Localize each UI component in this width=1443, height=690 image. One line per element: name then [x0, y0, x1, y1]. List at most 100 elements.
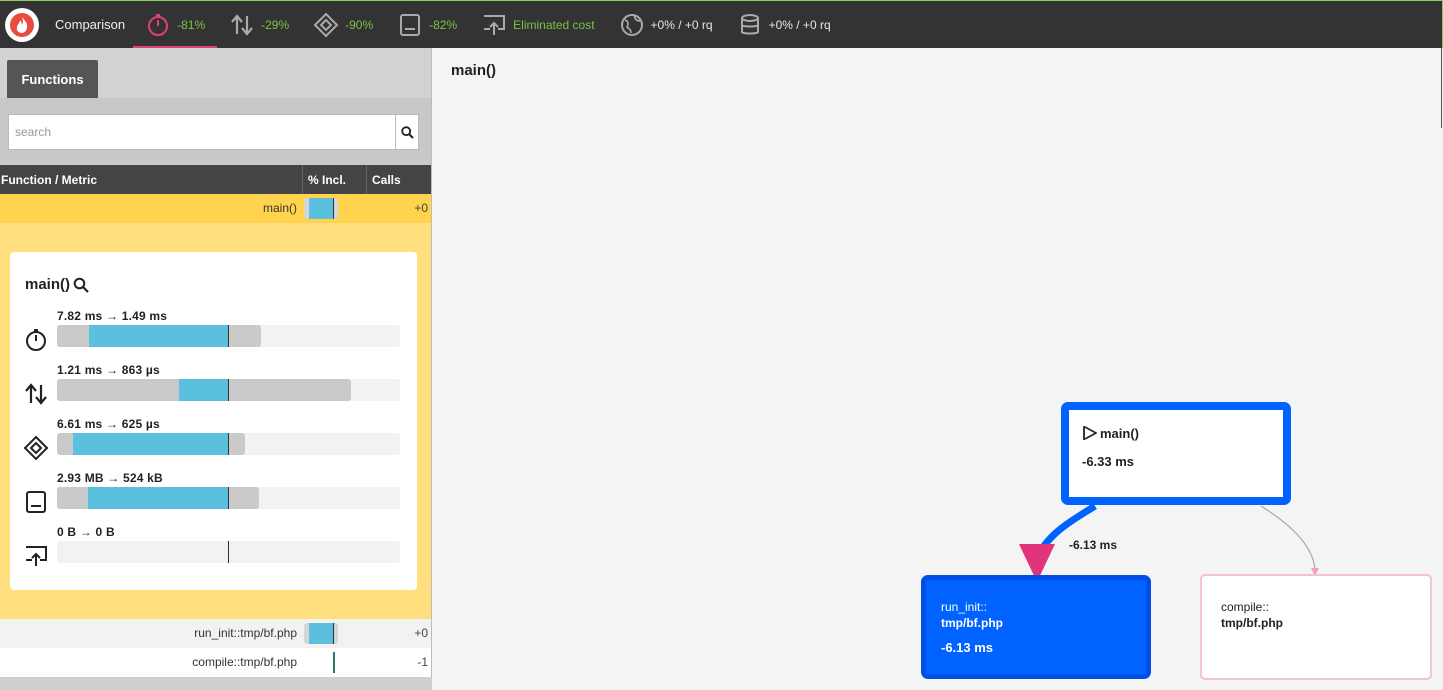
metric-track	[57, 541, 400, 563]
table-row[interactable]: compile::tmp/bf.php -1	[0, 648, 431, 677]
metric-memory[interactable]: -82%	[385, 1, 469, 49]
search-icon[interactable]	[73, 277, 89, 293]
column-calls[interactable]: Calls	[366, 165, 401, 194]
metric-bar-delta	[73, 433, 228, 455]
metric-bar-marker	[228, 541, 229, 563]
incl-bar-fill	[309, 623, 333, 644]
metric-row-io: 1.21 ms → 863 µs	[10, 363, 417, 413]
node-label: main()	[1082, 425, 1139, 441]
logo[interactable]	[5, 7, 39, 42]
metric-track	[57, 433, 400, 455]
node-name-file: tmp/bf.php	[941, 616, 1003, 630]
node-name: main()	[1100, 425, 1139, 441]
calls-value: -1	[417, 655, 428, 669]
globe-icon	[620, 13, 643, 36]
metric-label: 1.21 ms → 863 µs	[57, 363, 160, 377]
detail-card: main() 7.82 ms → 1.49 ms 1.21 ms → 863 µ…	[10, 252, 417, 590]
metric-label: 2.93 MB → 524 kB	[57, 471, 163, 485]
search-input[interactable]	[8, 114, 396, 150]
functions-panel: Functions Function / Metric % Incl. Call…	[0, 48, 432, 690]
edge-label: -6.13 ms	[1069, 538, 1118, 552]
metric-bar-marker	[228, 433, 229, 455]
edge-main-compile[interactable]	[1260, 505, 1316, 573]
detail-title: main()	[25, 276, 89, 293]
incl-bar-fill	[309, 198, 333, 219]
function-name: main()	[262, 201, 297, 215]
metric-bar-delta	[179, 379, 228, 401]
io-arrows-icon	[231, 13, 253, 36]
table-row[interactable]: main() +0	[0, 194, 431, 223]
function-name: run_init::tmp/bf.php	[194, 626, 297, 640]
metric-value: +0% / +0 rq	[650, 17, 713, 32]
metric-bar-marker	[228, 325, 229, 347]
function-name: compile::tmp/bf.php	[192, 655, 297, 669]
callgraph-panel: main() main() -6.33 ms -6.13 ms run_init…	[433, 48, 1443, 690]
metric-value: -81%	[177, 17, 206, 32]
tab-functions[interactable]: Functions	[7, 60, 98, 98]
metric-row-wall-time: 7.82 ms → 1.49 ms	[10, 309, 417, 359]
metric-value: +0% / +0 rq	[768, 17, 831, 32]
metric-sql[interactable]: +0% / +0 rq	[725, 1, 843, 49]
metric-label: 7.82 ms → 1.49 ms	[57, 309, 168, 323]
metric-bar-marker	[228, 379, 229, 401]
memory-icon	[400, 13, 421, 36]
incl-bar	[304, 652, 338, 673]
metric-value: -90%	[345, 17, 374, 32]
metric-cpu[interactable]: -90%	[301, 1, 385, 49]
metric-row-cpu: 6.61 ms → 625 µs	[10, 417, 417, 467]
node-run-init[interactable]: run_init:: tmp/bf.php -6.13 ms	[921, 575, 1151, 679]
table-row[interactable]: run_init::tmp/bf.php +0	[0, 619, 431, 648]
metric-bar-delta	[88, 487, 228, 509]
network-icon	[484, 14, 506, 35]
incl-bar-marker	[333, 623, 334, 644]
metric-network[interactable]: Eliminated cost	[469, 1, 606, 49]
metric-track	[57, 325, 400, 347]
metric-track	[57, 487, 400, 509]
incl-bar-marker	[333, 198, 334, 219]
detail-pane: main() 7.82 ms → 1.49 ms 1.21 ms → 863 µ…	[0, 223, 431, 619]
memory-icon	[26, 491, 46, 513]
metric-value: -29%	[261, 17, 290, 32]
flame-icon	[10, 12, 34, 37]
metric-row-network: 0 B → 0 B	[10, 525, 417, 575]
node-name-prefix: compile::	[1221, 600, 1270, 614]
search-icon	[400, 125, 414, 139]
metric-value: -82%	[429, 17, 458, 32]
incl-bar-marker	[333, 652, 335, 673]
incl-bar	[304, 198, 338, 219]
network-icon	[26, 546, 47, 566]
metric-http[interactable]: +0% / +0 rq	[607, 1, 725, 49]
detail-title-text: main()	[25, 276, 70, 293]
metric-io[interactable]: -29%	[217, 1, 301, 49]
play-flag-icon	[1083, 426, 1098, 440]
io-arrows-icon	[25, 383, 47, 405]
metric-wall-time[interactable]: -81%	[133, 1, 218, 49]
metric-bar-delta	[89, 325, 228, 347]
calls-value: +0	[414, 626, 428, 640]
cpu-icon	[23, 435, 49, 461]
node-name-prefix: run_init::	[941, 600, 988, 614]
table-header: Function / Metric % Incl. Calls	[0, 165, 431, 194]
search-zone	[0, 98, 431, 165]
column-incl[interactable]: % Incl.	[302, 165, 346, 194]
stopwatch-icon	[148, 13, 169, 36]
metric-row-memory: 2.93 MB → 524 kB	[10, 471, 417, 521]
brand-label[interactable]: Comparison	[55, 17, 125, 32]
search-button[interactable]	[395, 114, 419, 150]
column-function[interactable]: Function / Metric	[1, 173, 97, 187]
horizontal-scrollbar[interactable]	[0, 677, 432, 690]
tab-bar: Functions	[0, 48, 431, 98]
metric-label: 6.61 ms → 625 µs	[57, 417, 160, 431]
cpu-icon	[313, 12, 339, 37]
node-main[interactable]: main() -6.33 ms	[1061, 402, 1291, 505]
incl-bar	[304, 623, 338, 644]
node-name-file: tmp/bf.php	[1221, 616, 1283, 630]
calls-value: +0	[414, 201, 428, 215]
node-compile[interactable]: compile:: tmp/bf.php	[1200, 574, 1432, 680]
top-bar: Comparison -81% -29% -90% -82% Eliminate…	[0, 0, 1443, 49]
database-icon	[740, 13, 759, 34]
metric-track	[57, 379, 400, 401]
stopwatch-icon	[26, 329, 46, 351]
node-value: -6.33 ms	[1082, 454, 1135, 469]
metric-value: Eliminated cost	[513, 17, 595, 32]
